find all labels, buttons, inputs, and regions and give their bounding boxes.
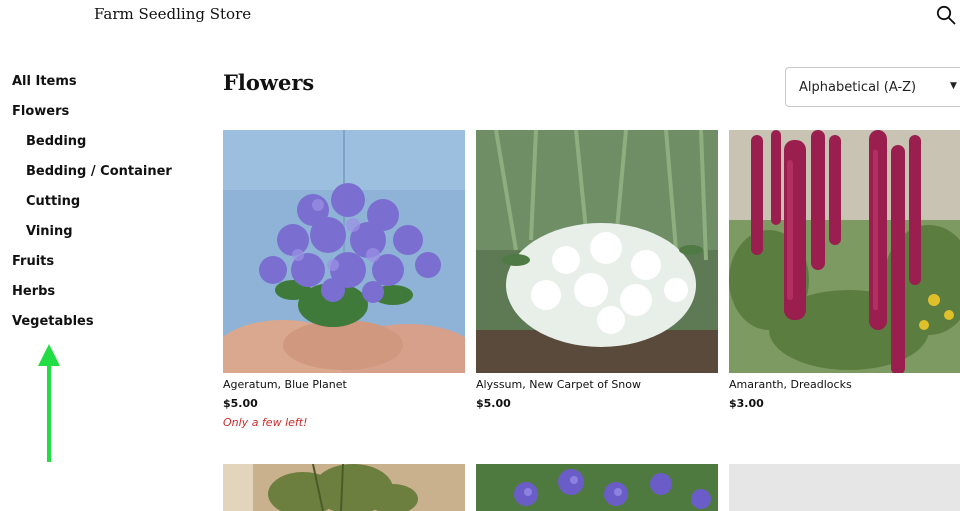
page-title: Flowers bbox=[223, 70, 315, 95]
product-image[interactable] bbox=[223, 464, 465, 511]
product-image[interactable] bbox=[476, 130, 718, 373]
up-arrow-icon bbox=[38, 344, 60, 468]
product-name[interactable]: Amaranth, Dreadlocks bbox=[729, 378, 960, 391]
product-price: $3.00 bbox=[729, 397, 764, 410]
product-card[interactable]: Alyssum, New Carpet of Snow $5.00 bbox=[476, 130, 718, 410]
product-card[interactable]: Ageratum, Blue Planet $5.00 Only a few l… bbox=[223, 130, 465, 429]
category-sidebar: All Items Flowers Bedding Bedding / Cont… bbox=[12, 74, 172, 344]
caret-down-icon: ▼ bbox=[950, 81, 957, 91]
product-image[interactable] bbox=[223, 130, 465, 373]
product-image[interactable] bbox=[476, 464, 718, 511]
product-card[interactable]: Amaranth, Dreadlocks $3.00 bbox=[729, 130, 960, 410]
store-name[interactable]: Farm Seedling Store bbox=[94, 5, 251, 23]
sidebar-item-vegetables[interactable]: Vegetables bbox=[12, 314, 172, 344]
sidebar-item-bedding-container[interactable]: Bedding / Container bbox=[12, 164, 172, 194]
sidebar-item-cutting[interactable]: Cutting bbox=[12, 194, 172, 224]
sidebar-item-fruits[interactable]: Fruits bbox=[12, 254, 172, 284]
sidebar-item-bedding[interactable]: Bedding bbox=[12, 134, 172, 164]
stock-warning: Only a few left! bbox=[223, 416, 308, 429]
product-price: $5.00 bbox=[476, 397, 511, 410]
sidebar-item-flowers[interactable]: Flowers bbox=[12, 104, 172, 134]
sort-selected-value: Alphabetical (A-Z) bbox=[799, 80, 917, 95]
sidebar-item-all-items[interactable]: All Items bbox=[12, 74, 172, 104]
sidebar-item-vining[interactable]: Vining bbox=[12, 224, 172, 254]
product-price: $5.00 bbox=[223, 397, 258, 410]
search-icon bbox=[936, 5, 956, 25]
sidebar-item-herbs[interactable]: Herbs bbox=[12, 284, 172, 314]
sort-dropdown[interactable]: Alphabetical (A-Z) ▼ bbox=[785, 67, 960, 107]
product-name[interactable]: Ageratum, Blue Planet bbox=[223, 378, 465, 391]
search-button[interactable] bbox=[935, 4, 957, 26]
product-image[interactable] bbox=[729, 130, 960, 373]
product-image-placeholder[interactable] bbox=[729, 464, 960, 511]
product-name[interactable]: Alyssum, New Carpet of Snow bbox=[476, 378, 718, 391]
